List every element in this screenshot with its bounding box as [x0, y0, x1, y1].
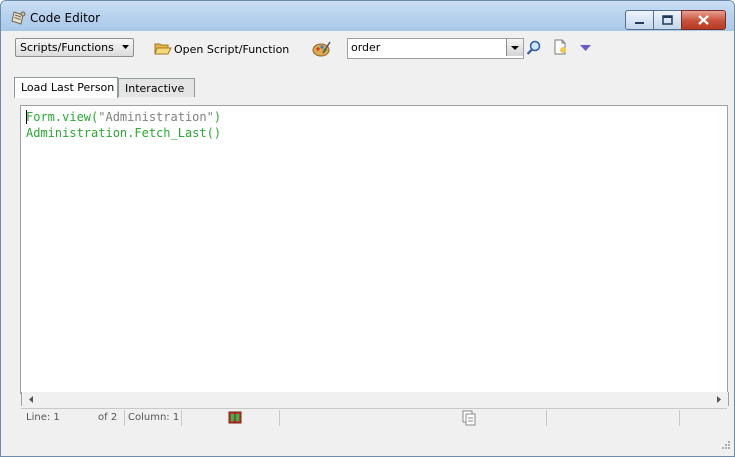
- scroll-icon: [11, 10, 27, 29]
- title-bar[interactable]: Code Editor: [1, 1, 734, 31]
- code-editor-window: Code Editor Scripts/Functions Open Scrip…: [0, 0, 735, 457]
- status-divider: [124, 410, 125, 426]
- maximize-button[interactable]: [653, 10, 682, 30]
- minimize-icon: [635, 22, 644, 24]
- status-divider: [279, 410, 280, 426]
- chevron-down-icon: [511, 46, 519, 50]
- status-bar: Line: 1 of 2 Column: 1: [21, 408, 727, 427]
- mode-select[interactable]: Scripts/Functions: [15, 38, 134, 57]
- scroll-left-icon[interactable]: [29, 396, 33, 403]
- scroll-right-icon[interactable]: [717, 396, 721, 403]
- code-editor-area[interactable]: Form.view("Administration") Administratio…: [20, 105, 728, 394]
- close-icon: [698, 15, 709, 25]
- magnify-icon[interactable]: [526, 40, 542, 59]
- new-page-icon[interactable]: [552, 39, 568, 58]
- window-title: Code Editor: [30, 11, 101, 25]
- resize-grip-icon[interactable]: [721, 440, 731, 453]
- tab-label: Interactive: [125, 82, 185, 95]
- open-script-label: Open Script/Function: [174, 43, 290, 56]
- caption-buttons: [625, 10, 726, 30]
- code-line: Form.view("Administration"): [26, 109, 221, 125]
- palette-icon[interactable]: [312, 40, 332, 61]
- maximize-icon: [662, 15, 673, 25]
- code-token: ): [213, 110, 222, 124]
- status-divider: [679, 410, 680, 426]
- search-input[interactable]: [348, 39, 501, 56]
- status-column: Column: 1: [128, 412, 180, 423]
- minimize-button[interactable]: [625, 10, 654, 30]
- chevron-down-icon: [122, 45, 129, 49]
- code-line: Administration.Fetch_Last(): [26, 125, 221, 141]
- status-line: Line: 1: [26, 412, 60, 423]
- search-dropdown-button[interactable]: [506, 39, 523, 56]
- mode-select-value: Scripts/Functions: [20, 41, 114, 54]
- down-triangle-icon[interactable]: [580, 43, 591, 56]
- book-icon[interactable]: [227, 410, 243, 428]
- tab-interactive[interactable]: Interactive: [118, 78, 195, 97]
- status-divider: [181, 410, 182, 426]
- code-token: Form.view(: [26, 110, 99, 124]
- status-line-count: of 2: [98, 412, 118, 423]
- folder-open-icon: [154, 43, 172, 55]
- code-lines: Form.view("Administration") Administratio…: [26, 109, 221, 141]
- tab-load-last-person[interactable]: Load Last Person: [14, 77, 118, 98]
- toolbar: Scripts/Functions Open Script/Function: [6, 31, 729, 67]
- status-divider: [546, 410, 547, 426]
- tab-label: Load Last Person: [21, 81, 115, 94]
- horizontal-scrollbar[interactable]: [21, 392, 729, 406]
- search-combobox[interactable]: [347, 38, 524, 59]
- code-string: "Administration": [98, 110, 214, 124]
- code-token: Administration.Fetch_Last(): [26, 126, 222, 140]
- page-copy-icon[interactable]: [461, 410, 477, 429]
- close-button[interactable]: [681, 10, 726, 30]
